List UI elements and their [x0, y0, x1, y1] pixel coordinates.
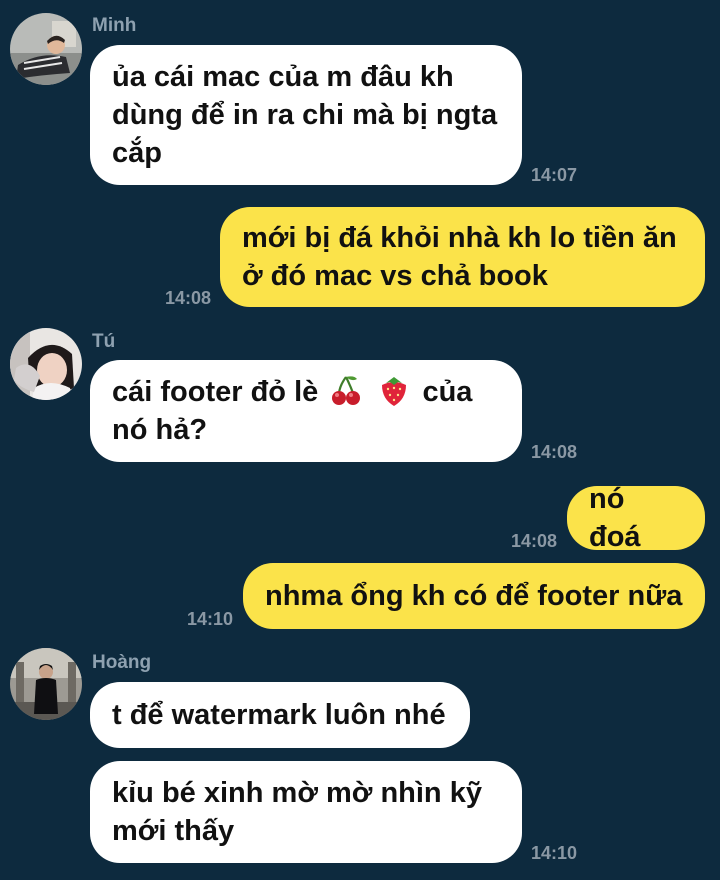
- cherry-emoji: [330, 373, 362, 407]
- message-text: kỉu bé xinh mờ mờ nhìn kỹ mới thấy: [112, 777, 482, 847]
- sender-name: Hoàng: [92, 652, 152, 673]
- message-timestamp: 14:08: [165, 288, 212, 308]
- avatar-minh[interactable]: [10, 13, 82, 85]
- strawberry-emoji: [378, 373, 410, 407]
- message-bubble[interactable]: kỉu bé xinh mờ mờ nhìn kỹ mới thấy: [90, 761, 522, 863]
- message-timestamp: 14:08: [531, 442, 578, 462]
- message-text: t để watermark luôn nhé: [112, 699, 446, 731]
- sender-name: Minh: [92, 15, 137, 36]
- message-timestamp: 14:10: [187, 609, 234, 629]
- sender-name: Tú: [92, 331, 116, 352]
- message-text: ủa cái mac của m đâu kh dùng để in ra ch…: [112, 61, 498, 169]
- avatar-hoang[interactable]: [10, 648, 82, 720]
- message-text-part: cái footer đỏ lè: [112, 376, 319, 408]
- avatar-tu[interactable]: [10, 328, 82, 400]
- message-timestamp: 14:07: [531, 165, 578, 185]
- message-bubble[interactable]: nó đoá: [567, 483, 705, 553]
- message-text: cái footer đỏ lè của nó hả?: [112, 373, 500, 449]
- message-text: nó đoá: [589, 483, 641, 553]
- message-bubble[interactable]: t để watermark luôn nhé: [90, 682, 470, 748]
- message-bubble[interactable]: ủa cái mac của m đâu kh dùng để in ra ch…: [90, 45, 522, 185]
- message-timestamp: 14:10: [531, 843, 578, 863]
- message-text: nhma ổng kh có để footer nữa: [265, 580, 683, 612]
- message-text: mới bị đá khỏi nhà kh lo tiền ăn ở đó ma…: [242, 222, 677, 292]
- message-bubble[interactable]: nhma ổng kh có để footer nữa: [243, 563, 705, 629]
- message-timestamp: 14:08: [511, 531, 558, 551]
- message-bubble[interactable]: mới bị đá khỏi nhà kh lo tiền ăn ở đó ma…: [220, 207, 705, 307]
- message-bubble[interactable]: cái footer đỏ lè của nó hả?: [90, 360, 522, 462]
